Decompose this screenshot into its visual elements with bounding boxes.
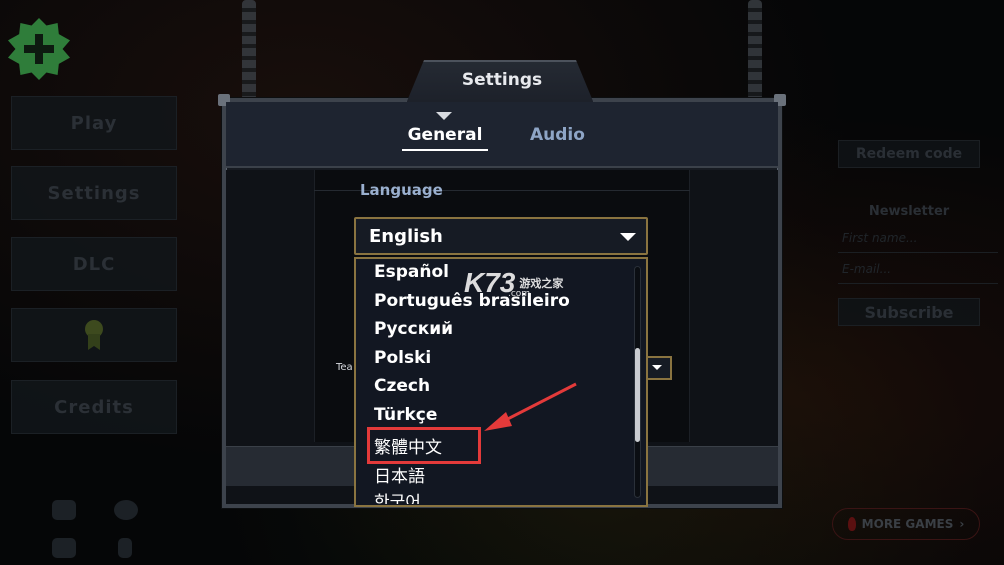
email-field[interactable]: E-mail... <box>838 258 998 284</box>
reddit-icon[interactable] <box>114 500 138 520</box>
dropdown-scrollbar-thumb[interactable] <box>635 348 640 442</box>
chevron-right-icon: › <box>959 517 965 531</box>
language-option-tr[interactable]: Türkçe <box>374 405 437 425</box>
tabs-bar <box>226 102 778 168</box>
language-label: Language <box>360 181 443 199</box>
flame-icon <box>847 517 856 531</box>
language-option-pl[interactable]: Polski <box>374 348 431 368</box>
tab-pointer-icon <box>436 112 452 120</box>
tab-general[interactable]: General <box>402 125 488 151</box>
annotation-highlight-box <box>367 427 481 464</box>
discord-icon[interactable] <box>52 500 76 520</box>
play-button[interactable]: Play <box>11 96 177 150</box>
language-option-ko[interactable]: 한국어 <box>374 488 421 504</box>
more-games-button[interactable]: MORE GAMES › <box>832 508 980 540</box>
dlc-button[interactable]: DLC <box>11 237 177 291</box>
language-option-cs[interactable]: Czech <box>374 376 430 396</box>
first-name-field[interactable]: First name... <box>838 227 998 253</box>
language-option-ru[interactable]: Русский <box>374 319 453 339</box>
language-select[interactable]: English <box>354 217 648 255</box>
more-games-label: MORE GAMES <box>861 517 954 531</box>
language-selected-value: English <box>369 225 443 247</box>
subscribe-button[interactable]: Subscribe <box>838 298 980 326</box>
language-option-ja[interactable]: 日本語 <box>374 462 425 487</box>
settings-button[interactable]: Settings <box>11 166 177 220</box>
language-option-es[interactable]: Español <box>374 262 449 282</box>
newsletter-label: Newsletter <box>868 204 950 219</box>
ribbon-icon <box>82 320 106 350</box>
credits-button[interactable]: Credits <box>11 380 177 434</box>
left-chain <box>242 0 256 100</box>
dialog-title: Settings <box>461 70 543 90</box>
watermark-logo: K73 游戏之家 .com <box>464 268 574 300</box>
annotation-arrow-icon <box>484 382 577 431</box>
twitter-icon[interactable] <box>52 538 76 558</box>
hidden-setting-select[interactable] <box>644 356 672 380</box>
hidden-setting-label: Tea <box>336 362 353 373</box>
watermark-domain: .com <box>508 289 531 299</box>
tab-audio[interactable]: Audio <box>530 125 585 149</box>
achievements-button[interactable] <box>11 308 177 362</box>
right-chain <box>748 0 762 100</box>
caret-down-icon <box>620 233 636 241</box>
redeem-code-button[interactable]: Redeem code <box>838 140 980 168</box>
facebook-icon[interactable] <box>118 538 132 558</box>
